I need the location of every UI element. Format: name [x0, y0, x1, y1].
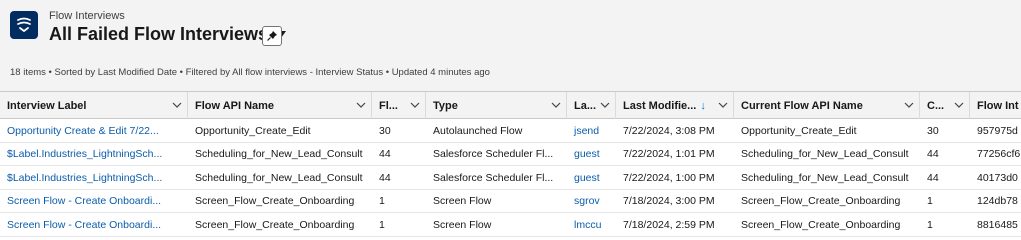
cell-flow-version: 1	[379, 218, 385, 231]
cell-flow-version: 1	[379, 195, 385, 207]
chevron-down-icon[interactable]	[600, 101, 610, 109]
flow-interviews-table: Interview Label Flow API Name Fl... Type La.…	[0, 92, 1021, 237]
cell-current-flow-api-name: Scheduling_for_New_Lead_Consult	[741, 148, 909, 160]
cell-flow-version: 30	[379, 124, 391, 137]
cell-flow-api-name: Opportunity_Create_Edit	[195, 124, 311, 137]
cell-flow-version: 44	[379, 171, 391, 184]
cell-flow-interview-id: 40173d0	[977, 171, 1018, 184]
column-header-flow-version[interactable]: Fl...	[372, 92, 426, 119]
cell-current-flow-api-name: Screen_Flow_Create_Onboarding	[741, 195, 901, 207]
column-header-label: Current Flow API Name	[741, 99, 863, 112]
flow-icon	[10, 11, 38, 39]
column-header-label: Type	[433, 99, 458, 112]
chevron-down-icon[interactable]	[954, 101, 964, 109]
column-header-label: Flow Int	[977, 99, 1019, 112]
table-row[interactable]: Opportunity Create & Edit 7/22... Opportu…	[0, 119, 1021, 143]
cell-flow-interview-id: 8816485	[977, 218, 1018, 231]
list-status-line: 18 items • Sorted by Last Modified Date …	[10, 67, 490, 78]
column-header-label: Last Modifie...	[623, 99, 697, 112]
table-row[interactable]: Screen Flow - Create Onboardi... Screen_F…	[0, 213, 1021, 237]
cell-flow-interview-id: 77256cf6	[977, 148, 1021, 160]
cell-flow-interview-id: 124db78	[977, 195, 1018, 207]
chevron-down-icon[interactable]	[410, 101, 420, 109]
cell-interview-label[interactable]: $Label.Industries_LightningSch...	[0, 166, 188, 189]
cell-flow-api-name: Scheduling_for_New_Lead_Consult	[195, 171, 363, 184]
column-header-last-modified-date[interactable]: Last Modifie... ↓	[616, 92, 734, 119]
cell-current-version: 30	[927, 124, 939, 137]
column-header-current-flow-api-name[interactable]: Current Flow API Name	[734, 92, 920, 119]
pin-list-view-button[interactable]	[262, 26, 282, 46]
arrow-down-icon: ↓	[700, 99, 706, 112]
table-row[interactable]: $Label.Industries_LightningSch... Schedul…	[0, 166, 1021, 190]
cell-type: Salesforce Scheduler Fl...	[433, 171, 554, 184]
list-view-title-text: All Failed Flow Interviews	[49, 24, 269, 44]
cell-last-modified-date: 7/18/2024, 3:00 PM	[623, 195, 715, 207]
cell-type: Screen Flow	[433, 195, 492, 207]
cell-last-modified-by[interactable]: guest	[567, 143, 616, 166]
cell-type: Autolaunched Flow	[433, 124, 523, 137]
cell-current-flow-api-name: Screen_Flow_Create_Onboarding	[741, 218, 901, 231]
cell-flow-version: 44	[379, 148, 391, 160]
list-view-title[interactable]: All Failed Flow Interviews	[49, 24, 287, 45]
object-label: Flow Interviews	[49, 10, 125, 22]
column-header-label: C...	[927, 99, 945, 112]
cell-type: Screen Flow	[433, 218, 492, 231]
cell-last-modified-by[interactable]: guest	[567, 166, 616, 189]
cell-interview-label[interactable]: Opportunity Create & Edit 7/22...	[0, 119, 188, 142]
column-header-last-modified-by[interactable]: La...	[567, 92, 616, 119]
cell-type: Salesforce Scheduler Fl...	[433, 148, 554, 160]
cell-current-version: 1	[927, 218, 933, 231]
cell-current-flow-api-name: Scheduling_for_New_Lead_Consult	[741, 171, 909, 184]
chevron-down-icon[interactable]	[356, 101, 366, 109]
column-header-label: Interview Label	[7, 99, 87, 112]
column-header-current-version[interactable]: C...	[920, 92, 970, 119]
cell-last-modified-date: 7/22/2024, 1:01 PM	[623, 148, 715, 160]
table-row[interactable]: Screen Flow - Create Onboardi... Screen_F…	[0, 190, 1021, 213]
column-header-flow-api-name[interactable]: Flow API Name	[188, 92, 372, 119]
cell-flow-api-name: Screen_Flow_Create_Onboarding	[195, 218, 355, 231]
column-header-label: Fl...	[379, 99, 398, 112]
cell-last-modified-date: 7/22/2024, 1:00 PM	[623, 171, 715, 184]
cell-last-modified-by[interactable]: lmccu	[567, 213, 616, 236]
cell-last-modified-by[interactable]: sgrov	[567, 190, 616, 213]
cell-flow-interview-id: 957975d	[977, 124, 1018, 137]
cell-current-version: 44	[927, 171, 939, 184]
column-header-interview-label[interactable]: Interview Label	[0, 92, 188, 119]
pin-icon	[267, 31, 277, 41]
cell-flow-api-name: Scheduling_for_New_Lead_Consult	[195, 148, 363, 160]
column-header-label: La...	[574, 99, 597, 112]
cell-current-flow-api-name: Opportunity_Create_Edit	[741, 124, 857, 137]
cell-last-modified-by[interactable]: jsend	[567, 119, 616, 142]
chevron-down-icon[interactable]	[718, 101, 728, 109]
cell-interview-label[interactable]: Screen Flow - Create Onboardi...	[0, 190, 188, 213]
cell-interview-label[interactable]: $Label.Industries_LightningSch...	[0, 143, 188, 166]
column-header-label: Flow API Name	[195, 99, 275, 112]
chevron-down-icon[interactable]	[172, 101, 182, 109]
chevron-down-icon[interactable]	[904, 101, 914, 109]
cell-last-modified-date: 7/18/2024, 2:59 PM	[623, 218, 715, 231]
list-view-header: Flow Interviews All Failed Flow Intervie…	[0, 0, 1021, 92]
column-header-flow-interview-id[interactable]: Flow Int	[970, 92, 1021, 119]
chevron-down-icon[interactable]	[551, 101, 561, 109]
table-row[interactable]: $Label.Industries_LightningSch... Schedul…	[0, 143, 1021, 166]
cell-flow-api-name: Screen_Flow_Create_Onboarding	[195, 195, 355, 207]
column-header-type[interactable]: Type	[426, 92, 567, 119]
cell-last-modified-date: 7/22/2024, 3:08 PM	[623, 124, 715, 137]
cell-interview-label[interactable]: Screen Flow - Create Onboardi...	[0, 213, 188, 236]
cell-current-version: 44	[927, 148, 939, 160]
cell-current-version: 1	[927, 195, 933, 207]
table-header-row: Interview Label Flow API Name Fl... Type La.…	[0, 92, 1021, 119]
